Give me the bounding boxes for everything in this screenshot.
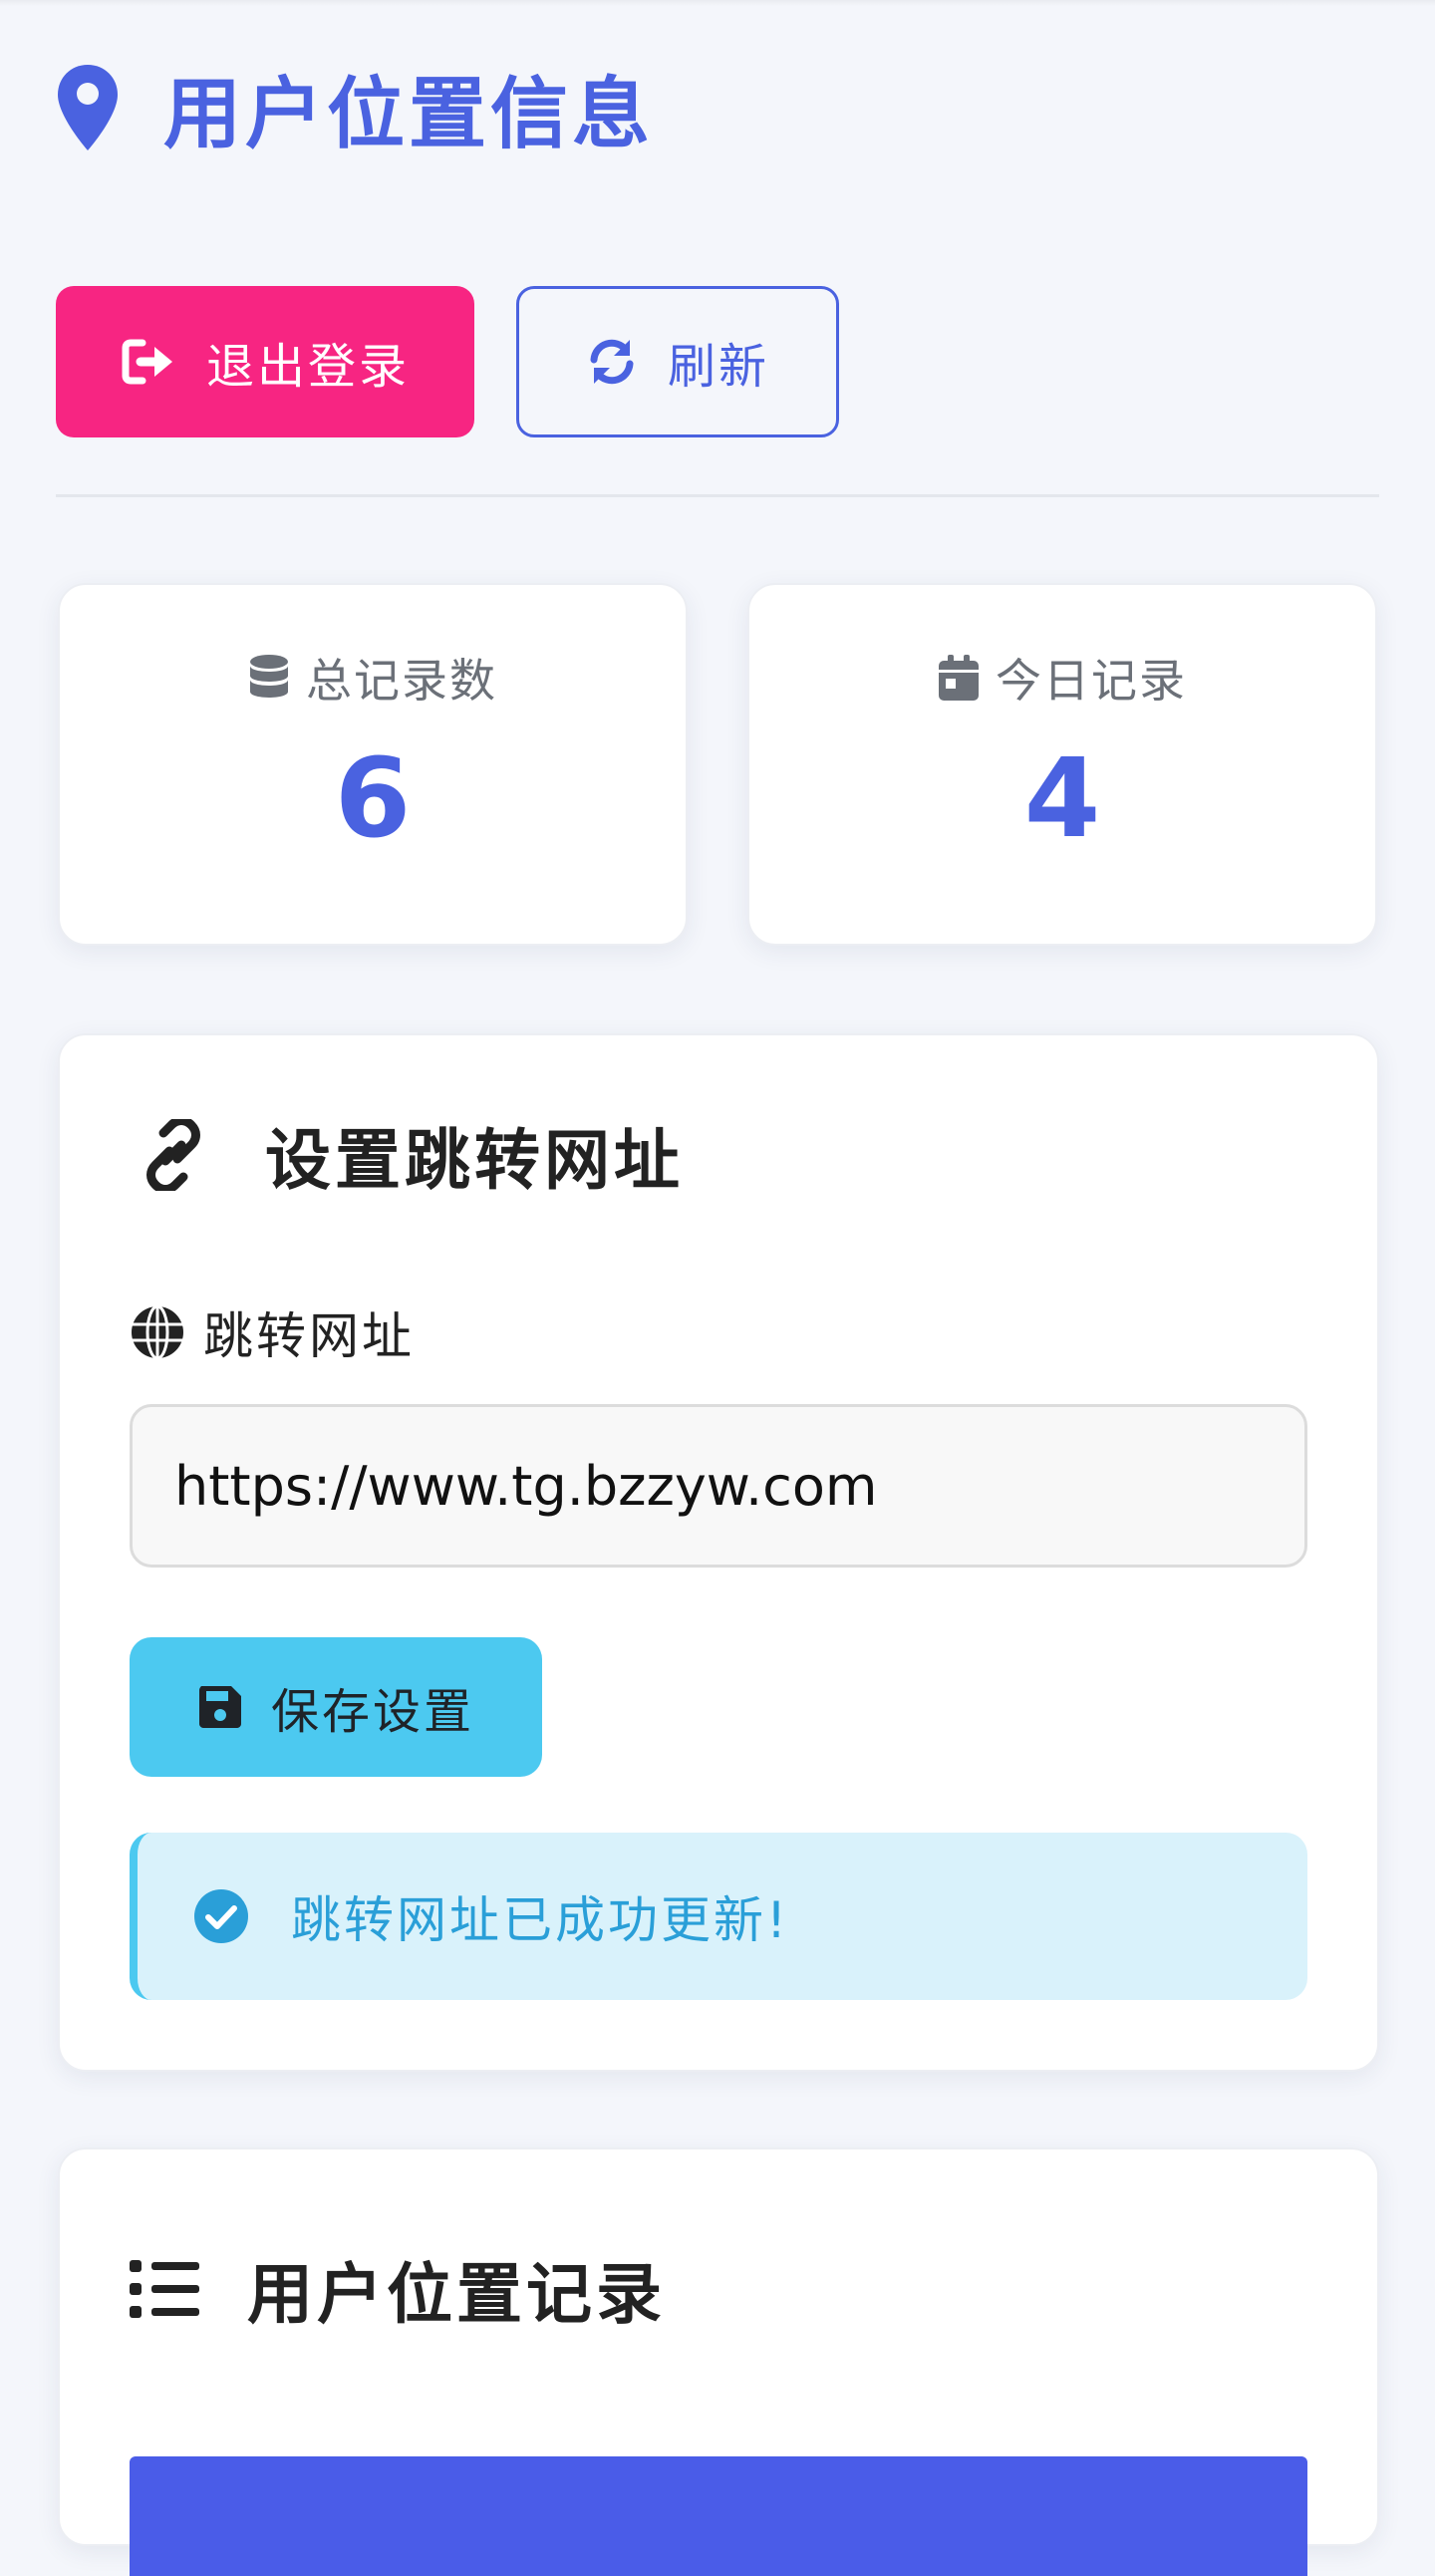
redirect-settings-card: 设置跳转网址 跳转网址 保存设置 跳转网址已成功更新! (58, 1033, 1379, 2072)
url-field-label: 跳转网址 (203, 1307, 415, 1365)
save-icon (198, 1686, 241, 1728)
stat-total-value: 6 (334, 734, 412, 862)
globe-icon (132, 1304, 183, 1360)
stat-today-label-row: 今日记录 (749, 645, 1375, 711)
header-divider (56, 494, 1379, 497)
success-alert-text: 跳转网址已成功更新! (291, 1891, 790, 1949)
save-settings-button[interactable]: 保存设置 (130, 1637, 542, 1777)
map-pin-icon (58, 65, 118, 150)
stat-today-value: 4 (1023, 734, 1101, 862)
check-circle-icon (194, 1889, 248, 1943)
logout-label: 退出登录 (205, 339, 410, 395)
refresh-button[interactable]: 刷新 (516, 286, 839, 437)
logout-button[interactable]: 退出登录 (56, 286, 474, 437)
redirect-url-input[interactable] (130, 1404, 1307, 1568)
records-table-header (130, 2456, 1307, 2576)
list-icon (130, 2260, 199, 2318)
settings-title: 设置跳转网址 (265, 1122, 684, 1199)
page-title: 用户位置信息 (163, 70, 655, 159)
success-alert: 跳转网址已成功更新! (130, 1833, 1307, 2000)
records-title-row: 用户位置记录 (130, 2241, 666, 2337)
stat-card-total: 总记录数 6 (58, 583, 688, 946)
refresh-label: 刷新 (667, 339, 769, 395)
settings-title-row: 设置跳转网址 (130, 1107, 684, 1203)
records-title: 用户位置记录 (247, 2256, 666, 2333)
link-icon (146, 1119, 200, 1191)
sign-out-icon (122, 339, 172, 385)
calendar-icon (939, 655, 979, 701)
stat-card-today: 今日记录 4 (747, 583, 1377, 946)
sync-icon (590, 339, 634, 385)
stat-total-label-row: 总记录数 (60, 645, 686, 711)
url-field-label-row: 跳转网址 (130, 1296, 415, 1368)
save-settings-label: 保存设置 (270, 1684, 474, 1740)
location-records-card: 用户位置记录 (58, 2147, 1379, 2576)
database-icon (250, 655, 288, 698)
stat-today-label: 今日记录 (996, 654, 1187, 708)
top-edge (0, 0, 1435, 6)
page-header: 用户位置信息 (56, 58, 654, 159)
stat-total-label: 总记录数 (306, 654, 497, 708)
